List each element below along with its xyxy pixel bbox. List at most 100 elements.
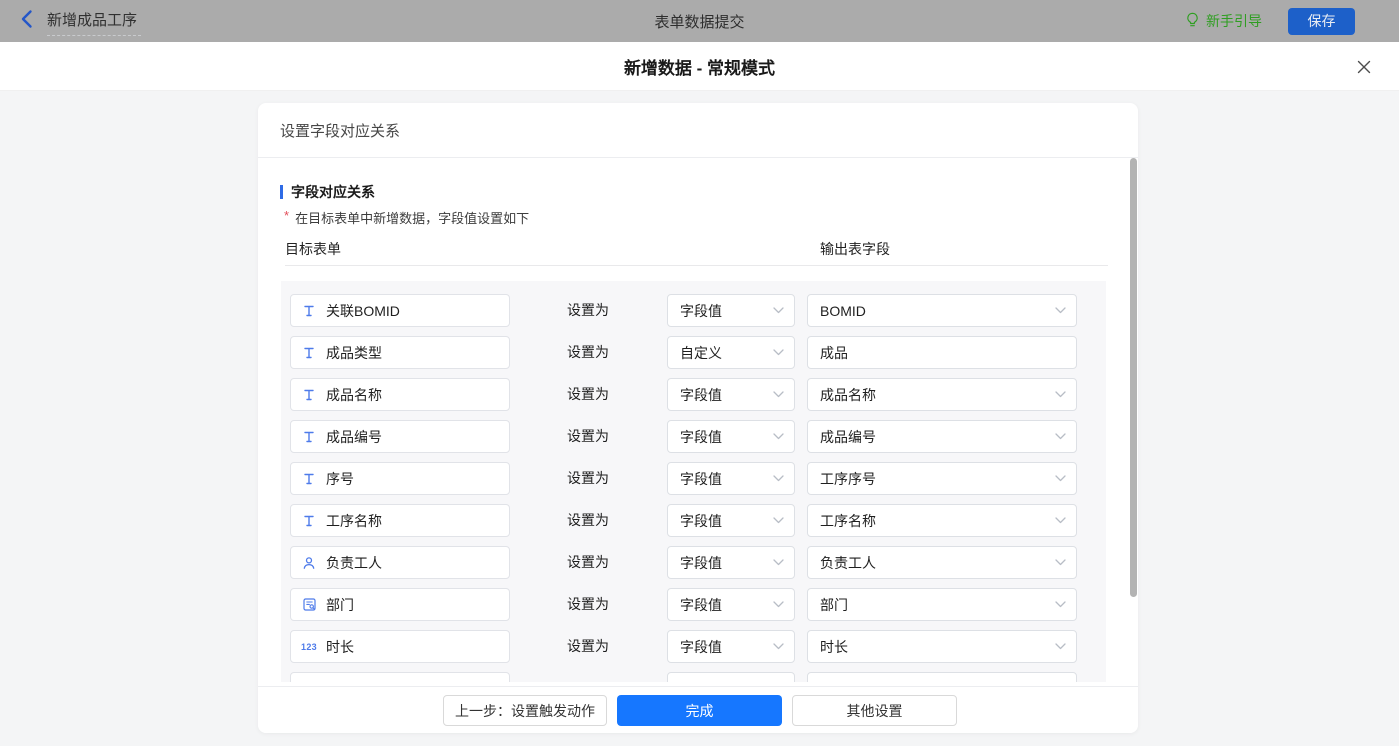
chevron-left-icon <box>20 9 33 34</box>
target-field-box[interactable]: 部门 <box>290 588 510 621</box>
field-mapping-rows: 关联BOMID 设置为 字段值 BOMID 成品类型 设置为 自定义 成品 成品… <box>281 281 1106 682</box>
target-field-label: 关联BOMID <box>326 302 400 319</box>
topbar: 新增成品工序 表单数据提交 新手引导 保存 <box>0 0 1399 42</box>
card-footer: 上一步：设置触发动作 完成 其他设置 <box>258 686 1138 733</box>
value-mode-select[interactable]: 字段值 <box>667 294 795 327</box>
chevron-down-icon <box>1055 601 1066 608</box>
target-field-box[interactable]: 工序名称 <box>290 504 510 537</box>
close-icon[interactable] <box>1355 58 1373 76</box>
target-field-label: 成品名称 <box>326 386 382 403</box>
chevron-down-icon <box>1055 517 1066 524</box>
output-field-select[interactable]: 负责工人 <box>807 546 1077 579</box>
target-field-box[interactable]: 序号 <box>290 462 510 495</box>
beginner-guide-label: 新手引导 <box>1206 13 1262 29</box>
value-mode-select[interactable] <box>667 672 795 682</box>
target-field-label: 工序名称 <box>326 512 382 529</box>
chevron-down-icon <box>1055 559 1066 566</box>
chevron-down-icon <box>773 643 784 650</box>
set-as-label: 设置为 <box>567 386 609 402</box>
value-mode-selected: 字段值 <box>680 302 722 319</box>
output-field-selected: BOMID <box>820 302 866 319</box>
output-field-select[interactable]: 成品 <box>807 336 1077 369</box>
modal-content: 设置字段对应关系 字段对应关系 * 在目标表单中新增数据，字段值设置如下 目标表… <box>0 91 1399 746</box>
chevron-down-icon <box>773 307 784 314</box>
chevron-down-icon <box>1055 643 1066 650</box>
target-field-label: 成品类型 <box>326 344 382 361</box>
chevron-down-icon <box>1055 391 1066 398</box>
value-mode-selected: 字段值 <box>680 428 722 445</box>
text-field-icon <box>301 430 317 444</box>
set-as-label: 设置为 <box>567 638 609 654</box>
text-field-icon <box>301 472 317 486</box>
value-mode-select[interactable]: 字段值 <box>667 630 795 663</box>
user-icon <box>301 556 317 570</box>
chevron-down-icon <box>773 349 784 356</box>
chevron-down-icon <box>773 433 784 440</box>
value-mode-select[interactable]: 字段值 <box>667 546 795 579</box>
output-field-select[interactable]: 成品名称 <box>807 378 1077 411</box>
value-mode-selected: 字段值 <box>680 596 722 613</box>
required-asterisk: * <box>284 208 290 223</box>
value-mode-select[interactable]: 字段值 <box>667 504 795 537</box>
modal-header: 新增数据 - 常规模式 <box>0 42 1399 91</box>
section-accent-bar <box>280 185 283 199</box>
output-field-select[interactable]: 部门 <box>807 588 1077 621</box>
text-field-icon <box>301 388 317 402</box>
chevron-down-icon <box>1055 433 1066 440</box>
lightbulb-icon <box>1185 12 1200 31</box>
output-field-select[interactable]: 成品编号 <box>807 420 1077 453</box>
save-button[interactable]: 保存 <box>1288 7 1355 35</box>
document-title[interactable]: 新增成品工序 <box>47 7 142 36</box>
output-field-select[interactable]: 工序名称 <box>807 504 1077 537</box>
text-field-icon <box>301 346 317 360</box>
target-field-box[interactable] <box>290 672 510 682</box>
target-field-box[interactable]: 负责工人 <box>290 546 510 579</box>
value-mode-select[interactable]: 自定义 <box>667 336 795 369</box>
field-mapping-row: 负责工人 设置为 字段值 负责工人 <box>281 546 1106 579</box>
done-button[interactable]: 完成 <box>617 695 782 726</box>
page-title: 表单数据提交 <box>654 13 745 31</box>
output-field-selected: 成品 <box>820 344 848 361</box>
beginner-guide-link[interactable]: 新手引导 <box>1185 11 1262 31</box>
field-mapping-row: 成品编号 设置为 字段值 成品编号 <box>281 420 1106 453</box>
target-field-label: 时长 <box>326 638 354 655</box>
value-mode-selected: 自定义 <box>680 344 722 361</box>
target-field-box[interactable]: 成品编号 <box>290 420 510 453</box>
set-as-label: 设置为 <box>567 344 609 360</box>
chevron-down-icon <box>1055 475 1066 482</box>
field-mapping-row: 关联BOMID 设置为 字段值 BOMID <box>281 294 1106 327</box>
output-field-select[interactable]: BOMID <box>807 294 1077 327</box>
target-field-box[interactable]: 成品名称 <box>290 378 510 411</box>
previous-step-button[interactable]: 上一步：设置触发动作 <box>443 695 607 726</box>
output-field-select[interactable]: 工序序号 <box>807 462 1077 495</box>
column-header-target-form: 目标表单 <box>285 241 341 257</box>
vertical-scrollbar-thumb[interactable] <box>1130 158 1137 597</box>
section-title: 字段对应关系 <box>280 182 375 202</box>
target-field-label: 成品编号 <box>326 428 382 445</box>
value-mode-select[interactable]: 字段值 <box>667 378 795 411</box>
chevron-down-icon <box>773 559 784 566</box>
back-button[interactable] <box>20 9 34 34</box>
other-settings-button[interactable]: 其他设置 <box>792 695 957 726</box>
value-mode-select[interactable]: 字段值 <box>667 420 795 453</box>
target-field-box[interactable]: 关联BOMID <box>290 294 510 327</box>
value-mode-selected: 字段值 <box>680 554 722 571</box>
card-header: 设置字段对应关系 <box>258 103 1138 158</box>
field-mapping-row: 成品类型 设置为 自定义 成品 <box>281 336 1106 369</box>
set-as-label: 设置为 <box>567 512 609 528</box>
output-field-select[interactable] <box>807 672 1077 682</box>
target-field-box[interactable]: 成品类型 <box>290 336 510 369</box>
field-mapping-row: 工序名称 设置为 字段值 工序名称 <box>281 504 1106 537</box>
column-header-divider <box>285 265 1108 266</box>
chevron-down-icon <box>773 601 784 608</box>
set-as-label: 设置为 <box>567 470 609 486</box>
field-mapping-card: 设置字段对应关系 字段对应关系 * 在目标表单中新增数据，字段值设置如下 目标表… <box>258 103 1138 733</box>
target-field-label: 部门 <box>326 596 354 613</box>
output-field-selected: 部门 <box>820 596 848 613</box>
value-mode-select[interactable]: 字段值 <box>667 588 795 621</box>
target-field-box[interactable]: 123 时长 <box>290 630 510 663</box>
value-mode-select[interactable]: 字段值 <box>667 462 795 495</box>
output-field-selected: 成品名称 <box>820 386 876 403</box>
output-field-select[interactable]: 时长 <box>807 630 1077 663</box>
target-field-label: 序号 <box>326 470 354 487</box>
